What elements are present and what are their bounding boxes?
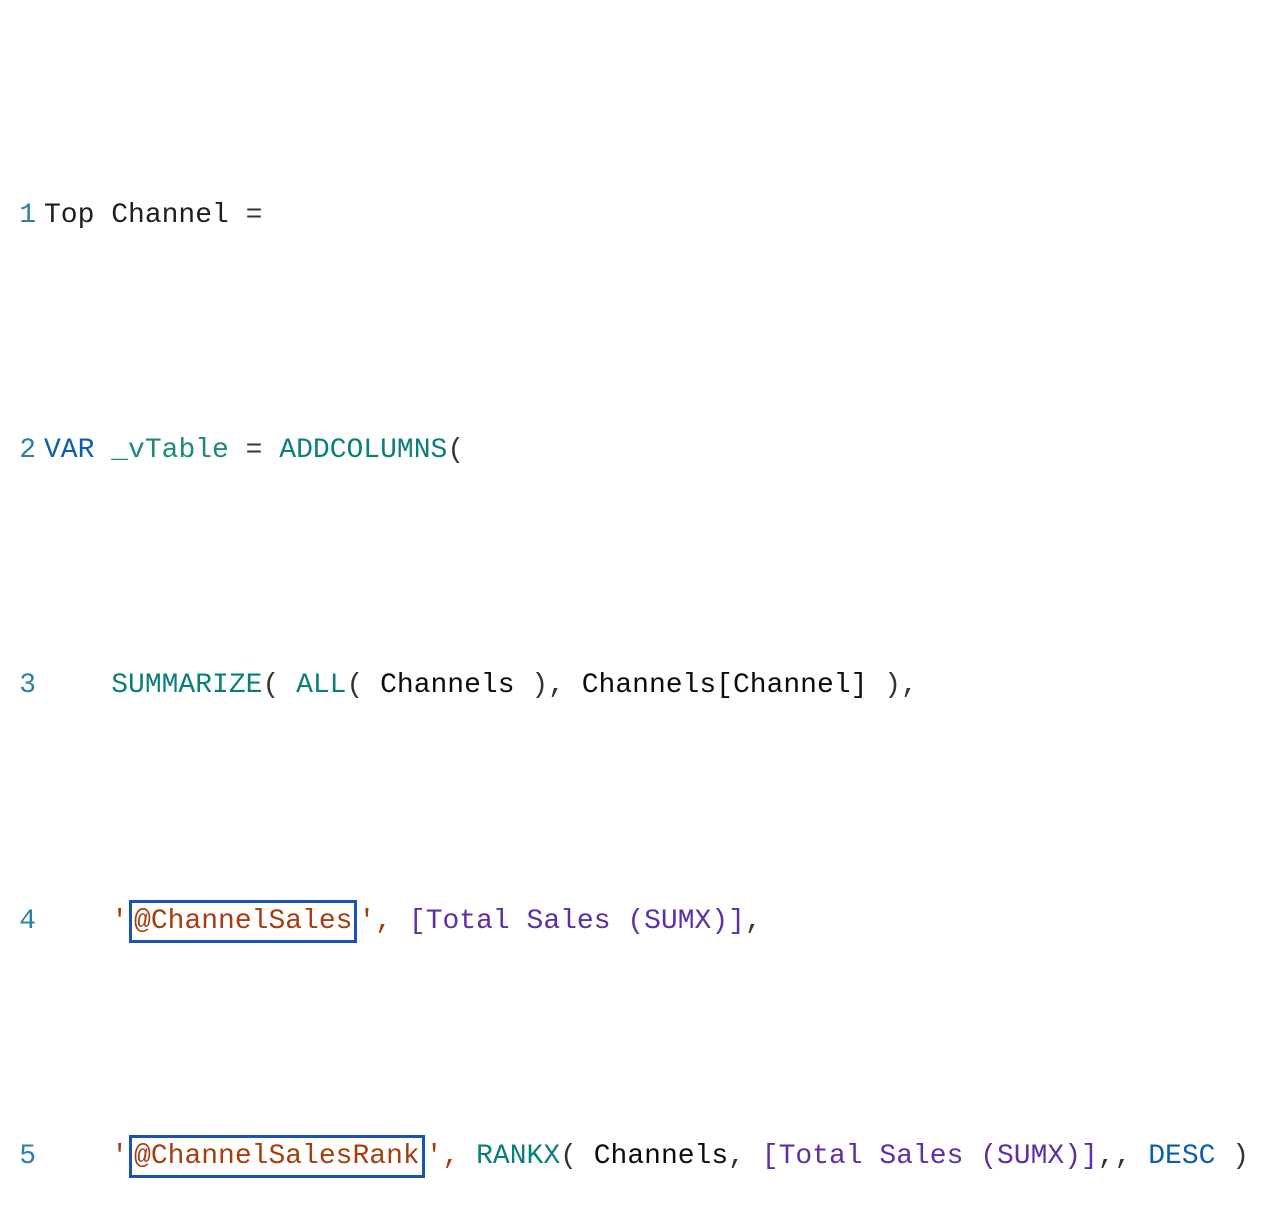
line-number: 5 — [0, 1133, 44, 1180]
comma-comma: ,, — [1098, 1141, 1148, 1172]
code-content: '@ChannelSales', [Total Sales (SUMX)], — [44, 898, 1273, 945]
paren-close-comma: ), — [867, 670, 917, 701]
paren-open: ( — [447, 435, 464, 466]
code-line: 2 VAR _vTable = ADDCOLUMNS( — [0, 427, 1273, 474]
code-line: 3 SUMMARIZE( ALL( Channels ), Channels[C… — [0, 662, 1273, 709]
string-quote: ' — [111, 1141, 128, 1172]
code-content: VAR _vTable = ADDCOLUMNS( — [44, 427, 1273, 474]
paren-open: ( — [346, 670, 380, 701]
paren-open: ( — [560, 1141, 594, 1172]
highlight-channelsales: @ChannelSales — [129, 900, 357, 943]
string-quote: ' — [111, 906, 128, 937]
code-content: Top Channel = — [44, 192, 1273, 239]
measure-reference: [Total Sales (SUMX)] — [762, 1141, 1098, 1172]
column-reference: Channels[Channel] — [582, 670, 868, 701]
function-rankx: RANKX — [476, 1141, 560, 1172]
comma: , — [728, 1141, 762, 1172]
table-name: Channels — [380, 670, 514, 701]
operator-equals: = — [229, 435, 279, 466]
string-quote: ', — [358, 906, 408, 937]
code-line: 4 '@ChannelSales', [Total Sales (SUMX)], — [0, 898, 1273, 945]
variable-name: _vTable — [111, 435, 229, 466]
code-line: 1 Top Channel = — [0, 192, 1273, 239]
code-content: '@ChannelSalesRank', RANKX( Channels, [T… — [44, 1133, 1273, 1180]
string-quote: ', — [426, 1141, 476, 1172]
line-number: 3 — [0, 662, 44, 709]
comma: , — [745, 906, 762, 937]
paren-open: ( — [262, 670, 296, 701]
operator-equals: = — [229, 200, 279, 231]
indent — [44, 1141, 111, 1172]
indent — [44, 906, 111, 937]
measure-name: Top Channel — [44, 200, 229, 231]
line-number: 4 — [0, 898, 44, 945]
code-line: 5 '@ChannelSalesRank', RANKX( Channels, … — [0, 1133, 1273, 1180]
line-number: 2 — [0, 427, 44, 474]
indent — [44, 670, 111, 701]
paren-close-comma: ), — [515, 670, 582, 701]
line-number: 1 — [0, 192, 44, 239]
keyword-desc: DESC — [1148, 1141, 1215, 1172]
table-name: Channels — [594, 1141, 728, 1172]
measure-reference: [Total Sales (SUMX)] — [409, 906, 745, 937]
code-content: SUMMARIZE( ALL( Channels ), Channels[Cha… — [44, 662, 1273, 709]
function-summarize: SUMMARIZE — [111, 670, 262, 701]
code-editor[interactable]: 1 Top Channel = 2 VAR _vTable = ADDCOLUM… — [0, 0, 1281, 1210]
paren-close: ) — [1215, 1141, 1249, 1172]
keyword-var: VAR — [44, 435, 94, 466]
function-addcolumns: ADDCOLUMNS — [279, 435, 447, 466]
function-all: ALL — [296, 670, 346, 701]
highlight-channelsalesrank: @ChannelSalesRank — [129, 1135, 425, 1178]
